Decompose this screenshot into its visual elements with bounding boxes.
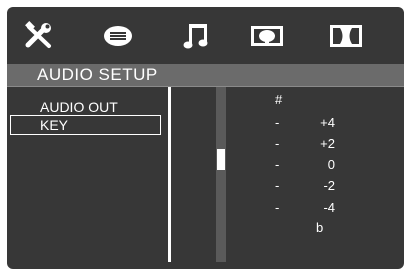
menu-item-audio-out[interactable]: AUDIO OUT bbox=[10, 97, 161, 117]
icon-tab-bar bbox=[7, 7, 404, 60]
key-option-value: -4 bbox=[323, 200, 335, 215]
key-slider-track[interactable] bbox=[216, 87, 226, 262]
key-option-row[interactable]: - +2 bbox=[275, 135, 335, 155]
tab-general-setup[interactable] bbox=[20, 17, 58, 55]
speaker-icon bbox=[104, 26, 132, 46]
page-title: AUDIO SETUP bbox=[37, 65, 158, 84]
key-option-value: +4 bbox=[320, 115, 335, 130]
tab-audio-setup[interactable] bbox=[178, 17, 216, 55]
key-option-row[interactable]: - +4 bbox=[275, 114, 335, 134]
key-option-row[interactable]: - 0 bbox=[275, 156, 335, 176]
key-option-dash: - bbox=[275, 200, 280, 215]
tab-speaker-setup[interactable] bbox=[99, 17, 137, 55]
key-option-row[interactable]: - -2 bbox=[275, 177, 335, 197]
key-slider-thumb[interactable] bbox=[217, 149, 225, 170]
key-option-row[interactable]: - -4 bbox=[275, 199, 335, 219]
key-option-sharp[interactable]: # bbox=[275, 92, 282, 108]
key-option-value: +2 bbox=[320, 136, 335, 151]
key-option-dash: - bbox=[275, 178, 280, 193]
tools-icon bbox=[25, 21, 51, 48]
menu-item-key[interactable]: KEY bbox=[10, 115, 161, 135]
video-icon bbox=[251, 26, 283, 46]
tab-video-setup[interactable] bbox=[248, 17, 286, 55]
key-option-dash: - bbox=[275, 157, 280, 172]
music-note-icon bbox=[183, 24, 208, 49]
key-option-flat[interactable]: b bbox=[316, 220, 323, 236]
key-option-dash: - bbox=[275, 136, 280, 151]
key-option-dash: - bbox=[275, 115, 280, 130]
key-option-value: -2 bbox=[323, 178, 335, 193]
title-bar: AUDIO SETUP bbox=[7, 64, 404, 87]
osd-panel: AUDIO SETUP bbox=[7, 7, 404, 269]
key-option-value: 0 bbox=[327, 157, 335, 172]
dolby-icon bbox=[330, 25, 362, 47]
column-divider bbox=[168, 87, 171, 262]
tab-dolby-setup[interactable] bbox=[327, 17, 365, 55]
